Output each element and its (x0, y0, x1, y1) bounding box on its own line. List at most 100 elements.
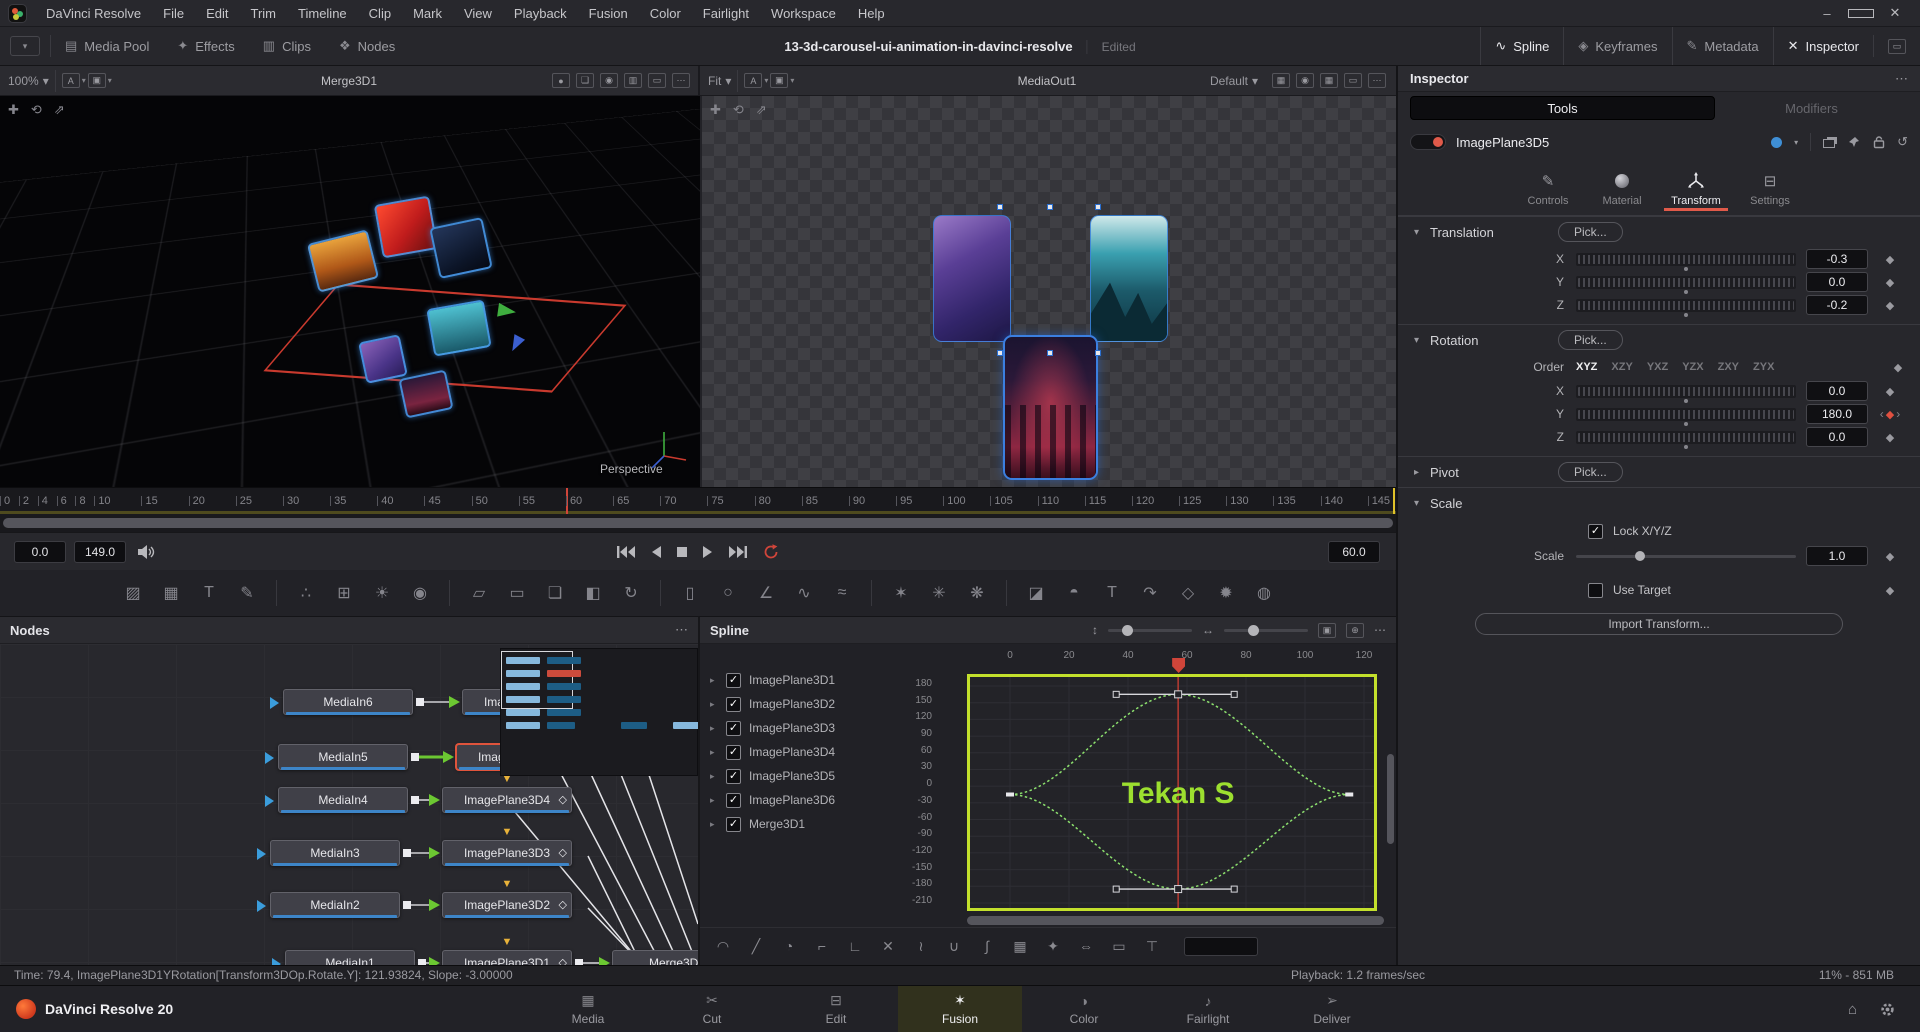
channel-checkbox[interactable]: ✓ (726, 720, 741, 736)
scale-value[interactable]: 1.0 (1806, 546, 1868, 566)
channel-checkbox[interactable]: ✓ (726, 696, 741, 712)
spline-tool-button[interactable]: ∪ (945, 938, 963, 955)
keyframe-diamond-icon[interactable]: ◆ (1886, 431, 1894, 444)
pemitter-tool-button[interactable]: ✶ (886, 579, 916, 607)
spline-channel-row[interactable]: ▸ ✓ ImagePlane3D2 (700, 692, 882, 716)
merge3d-tool-button[interactable]: ◇ (1173, 579, 1203, 607)
menu-item[interactable]: Mark (402, 0, 453, 27)
spline-tool-button[interactable]: ⇔ (1077, 938, 1095, 955)
menu-item[interactable]: Fairlight (692, 0, 760, 27)
inspector-subtab[interactable]: Transform (1664, 171, 1728, 211)
prev-keyframe-button[interactable]: ‹ (1880, 407, 1884, 421)
page-tab[interactable]: ◑ Color (1022, 986, 1146, 1032)
pick-button[interactable]: Pick... (1558, 222, 1623, 242)
channel-checkbox[interactable]: ✓ (726, 672, 741, 688)
layout-presets-button[interactable]: ▭ (1874, 27, 1920, 65)
paint-tool-button[interactable]: ✎ (232, 579, 262, 607)
carousel-card-center-selected[interactable] (1003, 335, 1098, 480)
viewer-gizmo-button[interactable]: ⇗ (54, 102, 65, 118)
spline-tool-button[interactable]: ✕ (879, 938, 897, 955)
rotation-y-slider[interactable] (1576, 407, 1796, 426)
settings-gear-icon[interactable] (1879, 1001, 1896, 1018)
node-color-dropdown[interactable]: ▾ (1794, 138, 1798, 147)
last-frame-button[interactable] (728, 545, 748, 559)
keyframe-diamond-icon[interactable]: ◆ (1886, 299, 1894, 312)
pmerge-tool-button[interactable]: ✳ (924, 579, 954, 607)
toolbar-button[interactable]: ✕ Inspector (1772, 27, 1873, 65)
fast-noise-tool-button[interactable]: ▦ (156, 579, 186, 607)
transform-tool-button[interactable]: ▱ (464, 579, 494, 607)
expand-icon[interactable]: ▸ (710, 795, 718, 806)
transform-handle[interactable] (1047, 204, 1053, 210)
node[interactable]: ▼ ImagePlane3D1 ◇ (442, 936, 572, 965)
page-tab[interactable]: ➢ Deliver (1270, 986, 1394, 1032)
expand-icon[interactable]: ▸ (710, 699, 718, 710)
viewer-control[interactable]: ▦ (1272, 73, 1290, 88)
blur-tool-button[interactable]: ∴ (291, 579, 321, 607)
viewer-gizmo-button[interactable]: ✚ (710, 102, 721, 118)
viewer-control[interactable]: ▭ (1344, 73, 1362, 88)
keyframe-diamond-icon[interactable]: ◆ (1886, 584, 1894, 597)
right-viewer-zoom-select[interactable]: Fit ▾ (708, 74, 731, 88)
app-logo-icon[interactable] (9, 4, 26, 22)
menu-item[interactable]: Clip (358, 0, 402, 27)
viewer-control[interactable]: ▦ (1320, 73, 1338, 88)
spline-tool-button[interactable]: ⌐ (813, 938, 831, 955)
node[interactable]: ▼ ImagePlane3D3 ◇ (442, 826, 572, 866)
translation-z-value[interactable]: -0.2 (1806, 295, 1868, 315)
maximize-button[interactable] (1848, 6, 1874, 21)
ellipse-mask-tool-button[interactable]: ○ (713, 579, 743, 607)
inspector-subtab[interactable]: ✎ Controls (1516, 171, 1580, 211)
menu-item[interactable]: Timeline (287, 0, 358, 27)
rotation-order-option[interactable]: YZX (1682, 361, 1703, 373)
spline-graph[interactable]: 0 20 40 60 80 100 120 180 150 120 90 60 30 0 -30 -60 -9… (912, 644, 1396, 927)
viewer-control[interactable]: ▣ ▾ (87, 73, 112, 88)
next-keyframe-button[interactable]: › (1896, 407, 1900, 421)
timeline-scrollbar[interactable] (0, 514, 1396, 532)
keyframe-diamond-icon[interactable]: ◆ (1894, 361, 1902, 374)
rotation-x-value[interactable]: 0.0 (1806, 381, 1868, 401)
node[interactable]: ▼ MediaIn1 ◇ (272, 950, 415, 965)
spline-vertical-scrollbar[interactable] (1387, 754, 1394, 844)
toolbar-button[interactable]: ✎ Metadata (1671, 27, 1773, 65)
page-tab[interactable]: ✂ Cut (650, 986, 774, 1032)
copy-settings-icon[interactable] (1823, 139, 1836, 148)
translation-x-value[interactable]: -0.3 (1806, 249, 1868, 269)
viewer-control[interactable]: ⋯ (1368, 73, 1386, 88)
toolbar-button[interactable]: ▤ Media Pool (51, 27, 163, 65)
node[interactable]: ▼ MediaIn2 ◇ (257, 892, 400, 918)
spline-graph-box[interactable]: Tekan S (967, 674, 1377, 911)
menu-app[interactable]: DaVinci Resolve (35, 0, 152, 27)
brightness-contrast-tool-button[interactable]: ☀ (367, 579, 397, 607)
spline-value-input[interactable] (1184, 937, 1258, 956)
inspector-subtab[interactable]: Material (1590, 171, 1654, 211)
spline-tool-button[interactable]: ▦ (1011, 938, 1029, 955)
inspector-menu[interactable]: ⋯ (1895, 71, 1908, 87)
spline-channel-row[interactable]: ▸ ✓ ImagePlane3D4 (700, 740, 882, 764)
spline-tool-button[interactable]: ∟ (846, 938, 864, 955)
transform-handle[interactable] (1095, 350, 1101, 356)
loop-button[interactable] (762, 543, 780, 561)
node[interactable]: ▼ MediaIn4 ◇ (265, 787, 408, 813)
viewer-control[interactable]: ❏ (576, 73, 594, 88)
spline-channel-row[interactable]: ▸ ✓ ImagePlane3D3 (700, 716, 882, 740)
range-out-field[interactable]: 149.0 (74, 540, 126, 563)
imageplane3d-tool-button[interactable]: ◪ (1021, 579, 1051, 607)
play-reverse-button[interactable] (650, 545, 662, 559)
shape3d-tool-button[interactable]: ◓ (1059, 579, 1089, 607)
translation-y-slider[interactable] (1576, 275, 1796, 294)
page-tab[interactable]: ✶ Fusion (898, 985, 1022, 1032)
spline-channel-row[interactable]: ▸ ✓ ImagePlane3D5 (700, 764, 882, 788)
image-plane-thumb[interactable] (358, 334, 408, 384)
ranges-mask-tool-button[interactable]: ≈ (827, 579, 857, 607)
transform-handle[interactable] (997, 204, 1003, 210)
spline-channel-row[interactable]: ▸ ✓ ImagePlane3D6 (700, 788, 882, 812)
menu-item[interactable]: Edit (195, 0, 239, 27)
zoom-tool-button[interactable]: ⊕ (1346, 622, 1364, 638)
menu-item[interactable]: File (152, 0, 195, 27)
page-tab[interactable]: ⊟ Edit (774, 986, 898, 1032)
expand-icon[interactable]: ▸ (710, 675, 718, 686)
viewer-control[interactable]: ⋯ (672, 73, 690, 88)
minimize-button[interactable]: – (1814, 6, 1840, 21)
page-tab[interactable]: ♪ Fairlight (1146, 986, 1270, 1032)
